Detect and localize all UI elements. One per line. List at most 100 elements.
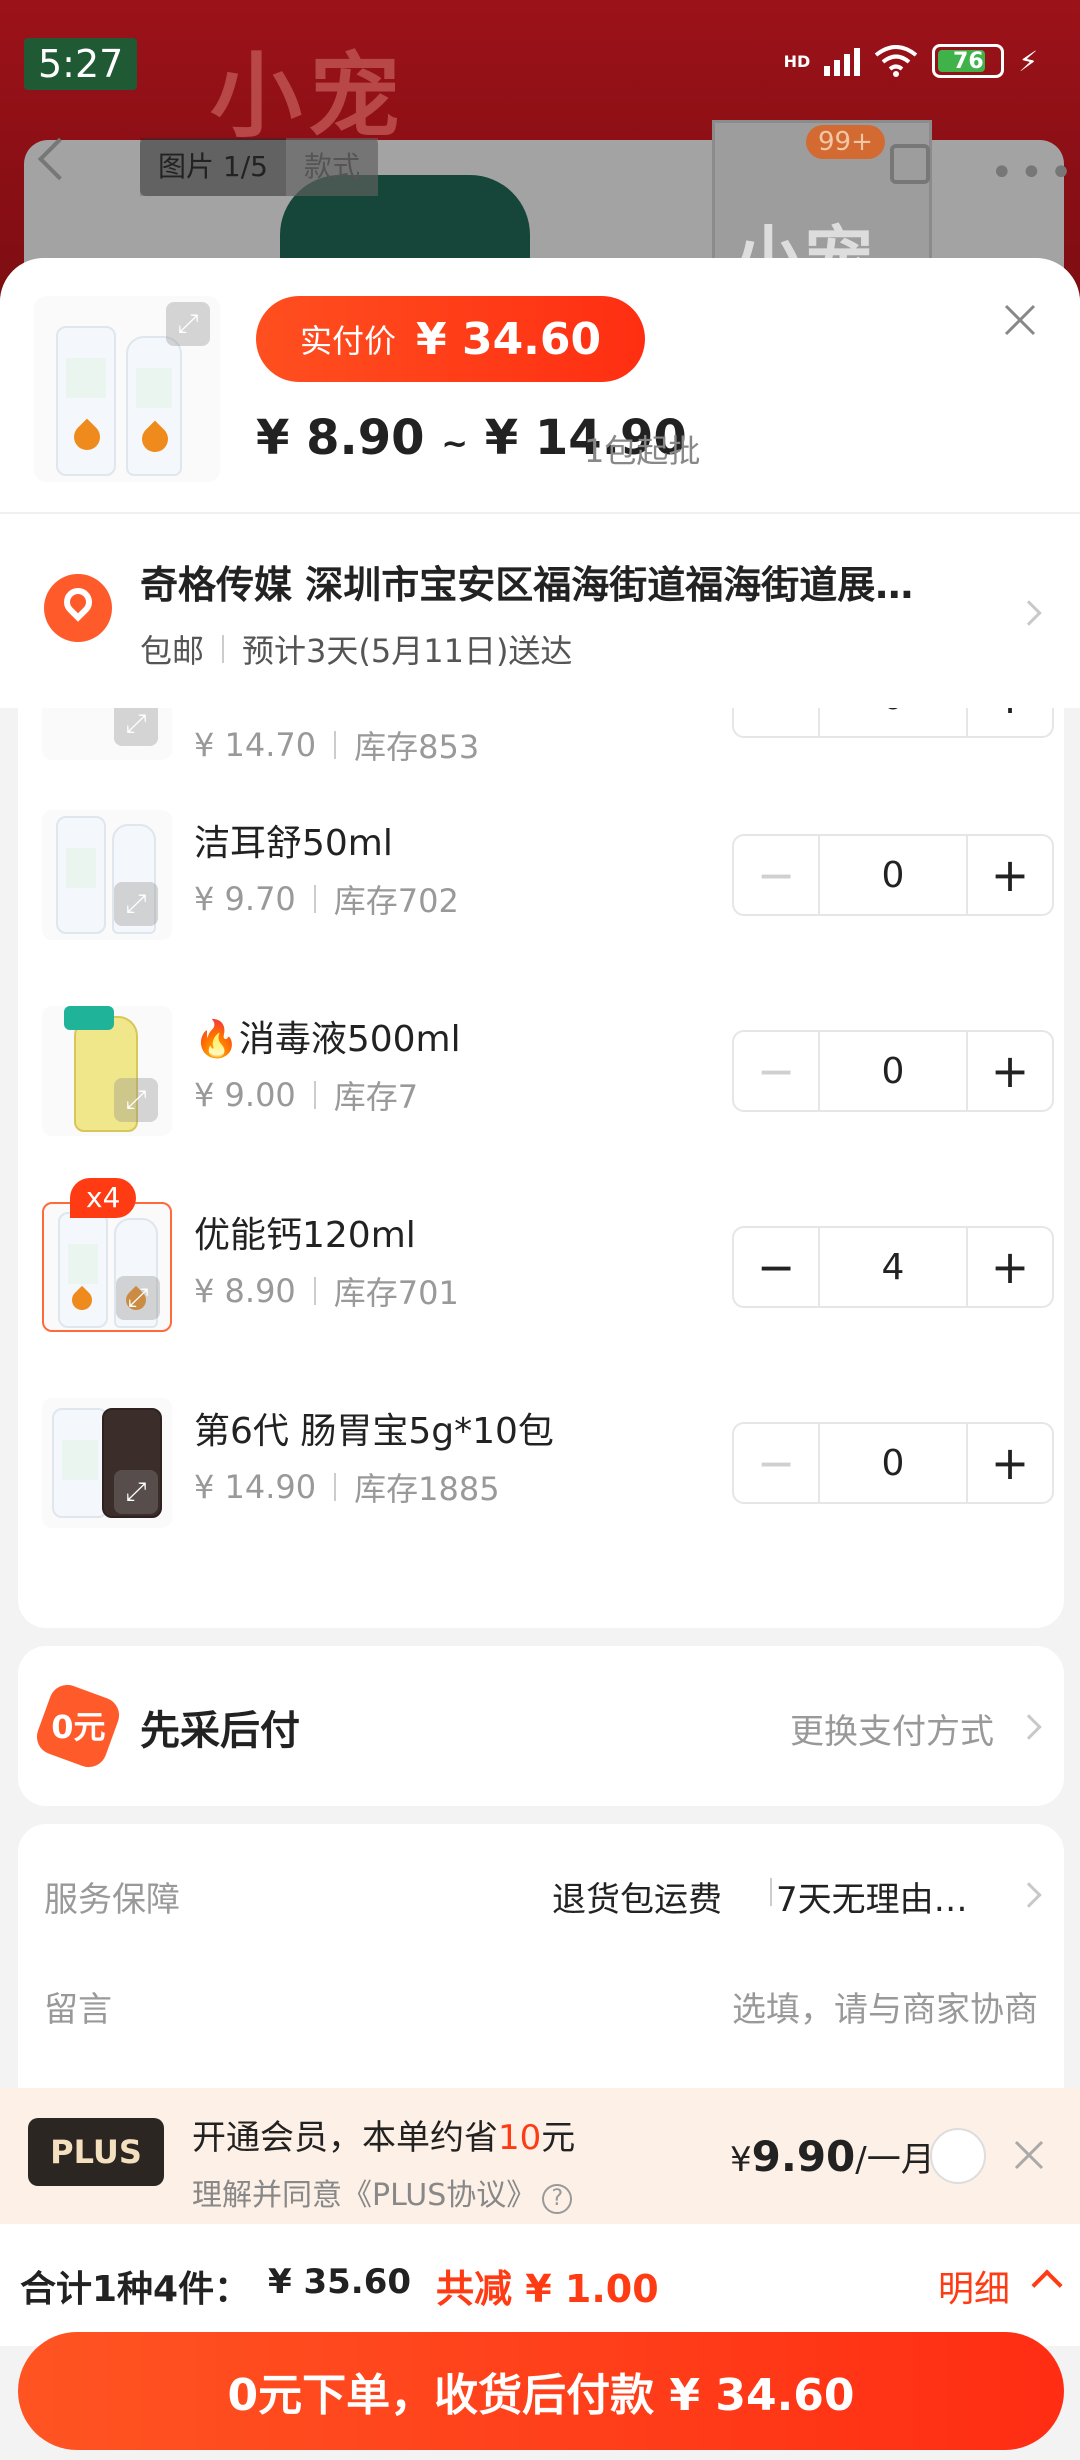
- divider: [313, 885, 316, 913]
- sku-image[interactable]: ⤢: [42, 810, 172, 940]
- divider: [222, 635, 225, 663]
- plus-price: ¥9.90/一月: [730, 2132, 935, 2181]
- increase-button[interactable]: +: [968, 708, 1052, 736]
- product-drop-graphic: [136, 420, 174, 458]
- more-icon: •••: [990, 150, 1079, 196]
- increase-button[interactable]: +: [968, 1228, 1052, 1306]
- increase-button[interactable]: +: [968, 836, 1052, 914]
- sku-box-label: [62, 1440, 98, 1480]
- decrease-button[interactable]: −: [734, 708, 818, 736]
- sku-box-label: [68, 1244, 98, 1284]
- plus-price-value: 9.90: [751, 2132, 856, 2181]
- increase-button[interactable]: +: [968, 1032, 1052, 1110]
- expand-icon[interactable]: ⤢: [114, 708, 158, 746]
- plus-membership-bar: PLUS 开通会员，本单约省10元 理解并同意《PLUS协议》? ¥9.90/一…: [0, 2088, 1080, 2224]
- plus-price-currency: ¥: [730, 2140, 752, 2180]
- sku-price: ¥ 9.70: [194, 880, 296, 918]
- service-seven-day[interactable]: 7天无理由…: [776, 1872, 968, 1921]
- status-time: 5:27: [24, 38, 138, 90]
- expand-icon[interactable]: ⤢: [114, 882, 158, 926]
- tab-images: 图片 1/5: [140, 138, 286, 196]
- sku-price: ¥ 8.90: [194, 1272, 296, 1310]
- payment-method-card[interactable]: 0元 先采后付 更换支付方式: [18, 1646, 1064, 1806]
- sku-name: 🔥消毒液500ml: [194, 1010, 461, 1062]
- payment-title: 先采后付: [140, 1708, 300, 1754]
- sku-price: ¥ 14.90: [194, 1468, 317, 1506]
- sku-name-text: 消毒液500ml: [238, 1019, 461, 1060]
- sku-image[interactable]: ⤢: [42, 708, 172, 760]
- plus-logo: PLUS: [28, 2118, 164, 2186]
- delivery-eta: 预计3天(5月11日)送达: [242, 632, 573, 670]
- address-row[interactable]: 奇格传媒 深圳市宝安区福海街道福海街道展… 包邮 预计3天(5月11日)送达: [0, 512, 1080, 708]
- sku-box-image: [58, 1212, 108, 1328]
- sku-meta: ¥ 8.90 库存701: [194, 1268, 459, 1314]
- plus-savings-amount: 10: [498, 2118, 542, 2158]
- help-icon[interactable]: ?: [542, 2184, 573, 2214]
- place-order-button[interactable]: 0元下单，收货后付款 ¥ 34.60: [18, 2332, 1064, 2450]
- discount-amount: 共减 ¥ 1.00: [436, 2267, 659, 2311]
- decrease-button[interactable]: −: [734, 836, 818, 914]
- sku-image[interactable]: ⤢: [42, 1006, 172, 1136]
- quantity-value[interactable]: 0: [818, 1424, 968, 1502]
- sku-stock: 库存1885: [354, 1470, 500, 1508]
- plus-title: 开通会员，本单约省10元: [192, 2110, 575, 2159]
- status-icons: HD 76 ⚡: [784, 44, 1038, 78]
- paid-price-label: 实付价: [300, 322, 397, 360]
- plus-title-prefix: 开通会员，本单约省: [192, 2118, 498, 2158]
- increase-button[interactable]: +: [968, 1424, 1052, 1502]
- product-bottle-image: [126, 336, 182, 476]
- sheet-header: ⤢ 实付价 ¥ 34.60 ¥ 8.90 ~ ¥ 14.90 1包起批: [0, 258, 1080, 512]
- address-title: 奇格传媒 深圳市宝安区福海街道福海街道展…: [140, 563, 914, 607]
- status-bar: 5:27 HD 76 ⚡: [0, 0, 1080, 120]
- sku-stock: 库存7: [333, 1078, 419, 1116]
- sku-image[interactable]: ⤢: [42, 1398, 172, 1528]
- close-icon[interactable]: [998, 298, 1042, 342]
- expand-icon[interactable]: ⤢: [166, 302, 210, 346]
- chevron-up-icon[interactable]: [1031, 2269, 1063, 2301]
- product-box-label: [66, 358, 106, 398]
- sku-list: ⤢ ¥ 14.70 库存853 − 0 + ⤢ 洁耳舒50ml ¥ 9.70: [18, 708, 1064, 1628]
- detail-link[interactable]: 明细: [938, 2260, 1010, 2312]
- product-bottle-label: [136, 368, 172, 408]
- divider: [770, 1878, 772, 1906]
- sku-meta: ¥ 14.90 库存1885: [194, 1464, 500, 1510]
- sku-box-label: [66, 848, 96, 888]
- decrease-button[interactable]: −: [734, 1228, 818, 1306]
- divider: [313, 1081, 316, 1109]
- message-label: 留言: [44, 1990, 112, 2030]
- service-card: 服务保障 退货包运费 7天无理由… 留言 选填，请与商家协商: [18, 1824, 1064, 2124]
- sku-box-image: [56, 816, 106, 934]
- wifi-icon: [875, 45, 918, 77]
- close-icon[interactable]: [1010, 2136, 1048, 2174]
- decrease-button[interactable]: −: [734, 1424, 818, 1502]
- quantity-value[interactable]: 0: [818, 836, 968, 914]
- quantity-value[interactable]: 4: [818, 1228, 968, 1306]
- expand-icon[interactable]: ⤢: [114, 1470, 158, 1514]
- change-payment-link[interactable]: 更换支付方式: [790, 1704, 994, 1753]
- quantity-value[interactable]: 0: [818, 1032, 968, 1110]
- expand-icon[interactable]: ⤢: [114, 1078, 158, 1122]
- paid-price-pill: 实付价 ¥ 34.60: [256, 296, 646, 382]
- chevron-right-icon: [1016, 1882, 1042, 1908]
- sku-price: ¥ 9.00: [194, 1076, 296, 1114]
- plus-title-suffix: 元: [541, 2118, 576, 2158]
- decrease-button[interactable]: −: [734, 1032, 818, 1110]
- paid-price-value: ¥ 34.60: [416, 313, 602, 365]
- chevron-right-icon: [1016, 1714, 1042, 1740]
- service-return-shipping[interactable]: 退货包运费: [552, 1872, 722, 1921]
- message-input[interactable]: 选填，请与商家协商: [732, 1982, 1038, 2031]
- sku-selection-sheet: ⤢ 实付价 ¥ 34.60 ¥ 8.90 ~ ¥ 14.90 1包起批 奇格传媒…: [0, 258, 1080, 2460]
- product-thumbnail[interactable]: ⤢: [34, 296, 220, 482]
- plus-select-radio[interactable]: [930, 2128, 986, 2184]
- plus-agreement[interactable]: 理解并同意《PLUS协议》?: [192, 2170, 573, 2214]
- sku-row: ⤢ 🔥消毒液500ml ¥ 9.00 库存7 − 0 +: [18, 974, 1064, 1170]
- expand-icon[interactable]: ⤢: [116, 1276, 160, 1320]
- sku-image[interactable]: ⤢ x4: [42, 1178, 172, 1332]
- sku-drop-graphic: [67, 1285, 97, 1315]
- hd-icon: HD: [783, 51, 811, 71]
- pay-later-icon-text: 0元: [51, 1708, 106, 1747]
- quantity-value[interactable]: 0: [818, 708, 968, 736]
- sku-row: ⤢ 洁耳舒50ml ¥ 9.70 库存702 − 0 +: [18, 778, 1064, 974]
- sku-name: 洁耳舒50ml: [194, 823, 393, 864]
- sku-meta: ¥ 9.00 库存7: [194, 1072, 418, 1118]
